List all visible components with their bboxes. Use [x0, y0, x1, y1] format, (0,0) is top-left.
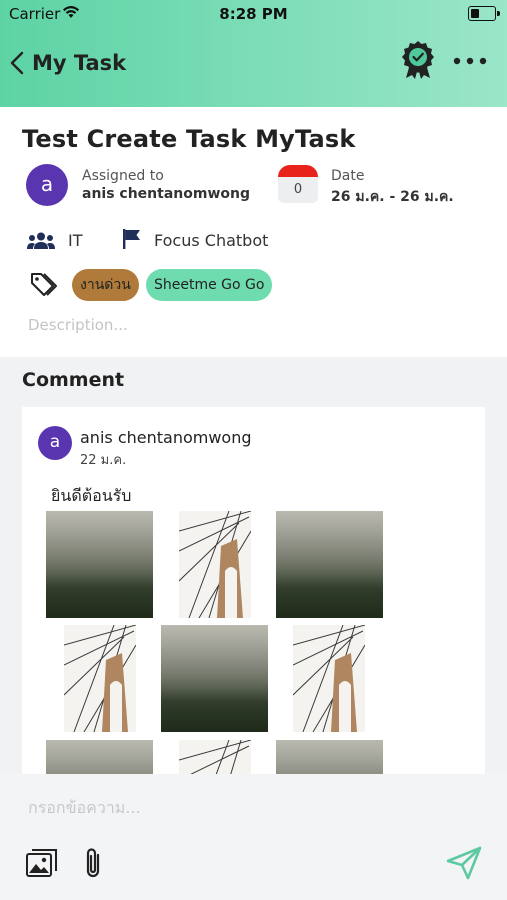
tags-icon	[31, 273, 57, 296]
task-card: Test Create Task MyTask a Assigned to an…	[0, 107, 507, 357]
award-badge-icon[interactable]	[401, 40, 435, 80]
date-value[interactable]: 26 ม.ค. - 26 ม.ค.	[331, 186, 454, 208]
page-title: My Task	[32, 51, 127, 75]
send-icon[interactable]	[446, 846, 482, 880]
comment-author-avatar[interactable]: a	[38, 426, 72, 460]
calendar-icon[interactable]: 0	[278, 165, 318, 203]
paperclip-icon[interactable]	[82, 846, 104, 880]
task-title: Test Create Task MyTask	[22, 125, 356, 153]
team-icon	[27, 232, 55, 249]
tag-chip[interactable]: Sheetme Go Go	[146, 269, 273, 301]
flag-icon	[123, 229, 140, 249]
status-bar: Carrier 8:28 PM	[0, 0, 507, 30]
comment-text: ยินดีต้อนรับ	[51, 486, 132, 505]
header: Carrier 8:28 PM My Task	[0, 0, 507, 107]
comment-image-thumbnail[interactable]	[179, 511, 251, 618]
project-name: Focus Chatbot	[154, 231, 269, 250]
assigned-to-label: Assigned to	[82, 168, 164, 184]
assignee-name: anis chentanomwong	[82, 186, 250, 202]
tag-chip[interactable]: งานด่วน	[72, 269, 139, 301]
comment-composer: กรอกข้อความ...	[0, 774, 507, 900]
more-options-icon[interactable]	[450, 50, 490, 72]
team-name: IT	[68, 231, 83, 250]
bridge-photo	[293, 625, 365, 732]
nav-bar: My Task	[0, 40, 507, 86]
comment-image-thumbnail[interactable]	[161, 625, 268, 732]
chevron-left-icon	[10, 51, 24, 75]
battery-icon	[468, 6, 500, 21]
comment-image-thumbnail[interactable]	[276, 511, 383, 618]
calendar-badge: 0	[278, 177, 318, 203]
clock: 8:28 PM	[219, 5, 288, 23]
back-button[interactable]: My Task	[10, 48, 140, 78]
comment-input[interactable]: กรอกข้อความ...	[28, 796, 428, 820]
bridge-photo	[179, 511, 251, 618]
comment-author: anis chentanomwong	[80, 428, 252, 447]
comment-date: 22 ม.ค.	[80, 453, 127, 468]
comment-heading: Comment	[22, 369, 125, 391]
description-field[interactable]: Description...	[28, 316, 128, 334]
bridge-photo	[64, 625, 136, 732]
comment-image-thumbnail[interactable]	[293, 625, 365, 732]
date-label: Date	[331, 168, 365, 184]
comment-image-thumbnail[interactable]	[64, 625, 136, 732]
gallery-icon[interactable]	[26, 848, 58, 878]
comment-image-thumbnail[interactable]	[46, 511, 153, 618]
assignee-avatar[interactable]: a	[26, 164, 68, 206]
